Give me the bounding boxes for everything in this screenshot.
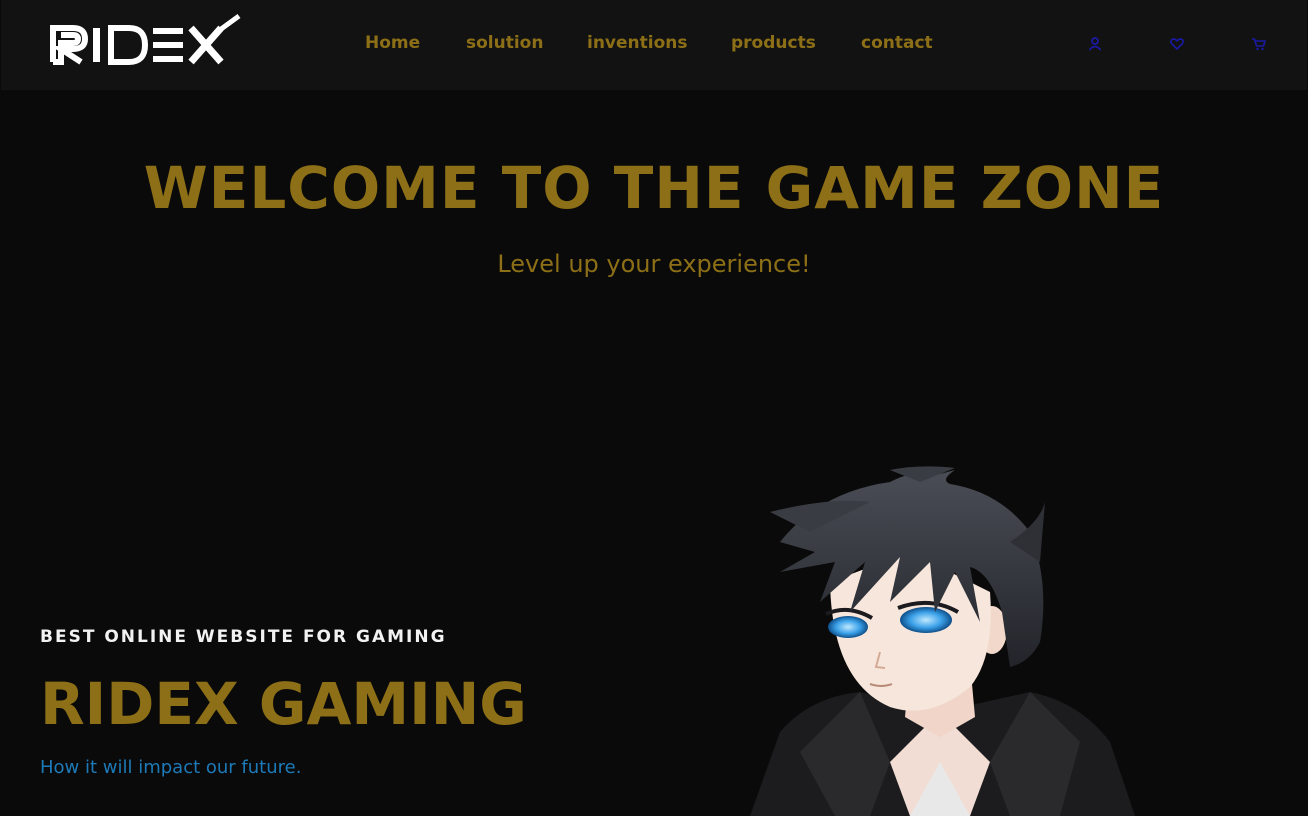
hero-title: WELCOME TO THE GAME ZONE [143, 154, 1165, 222]
main-nav: Home solution inventions products contac… [1, 0, 1307, 90]
anime-character-illustration [740, 462, 1160, 816]
cart-icon[interactable] [1251, 36, 1267, 52]
feature-tagline-link[interactable]: How it will impact our future. [40, 756, 301, 780]
nav-solution[interactable]: solution [466, 33, 543, 53]
user-icon[interactable] [1087, 36, 1103, 52]
site-header: Home solution inventions products contac… [1, 0, 1307, 90]
feature-eyebrow: BEST ONLINE WEBSITE FOR GAMING [40, 627, 447, 647]
feature-heading: RIDEX GAMING [40, 670, 527, 738]
nav-products[interactable]: products [731, 33, 816, 53]
nav-contact[interactable]: contact [861, 33, 933, 53]
heart-icon[interactable] [1169, 36, 1185, 52]
hero-subtitle: Level up your experience! [497, 250, 811, 278]
nav-home[interactable]: Home [365, 33, 420, 53]
nav-inventions[interactable]: inventions [587, 33, 688, 53]
